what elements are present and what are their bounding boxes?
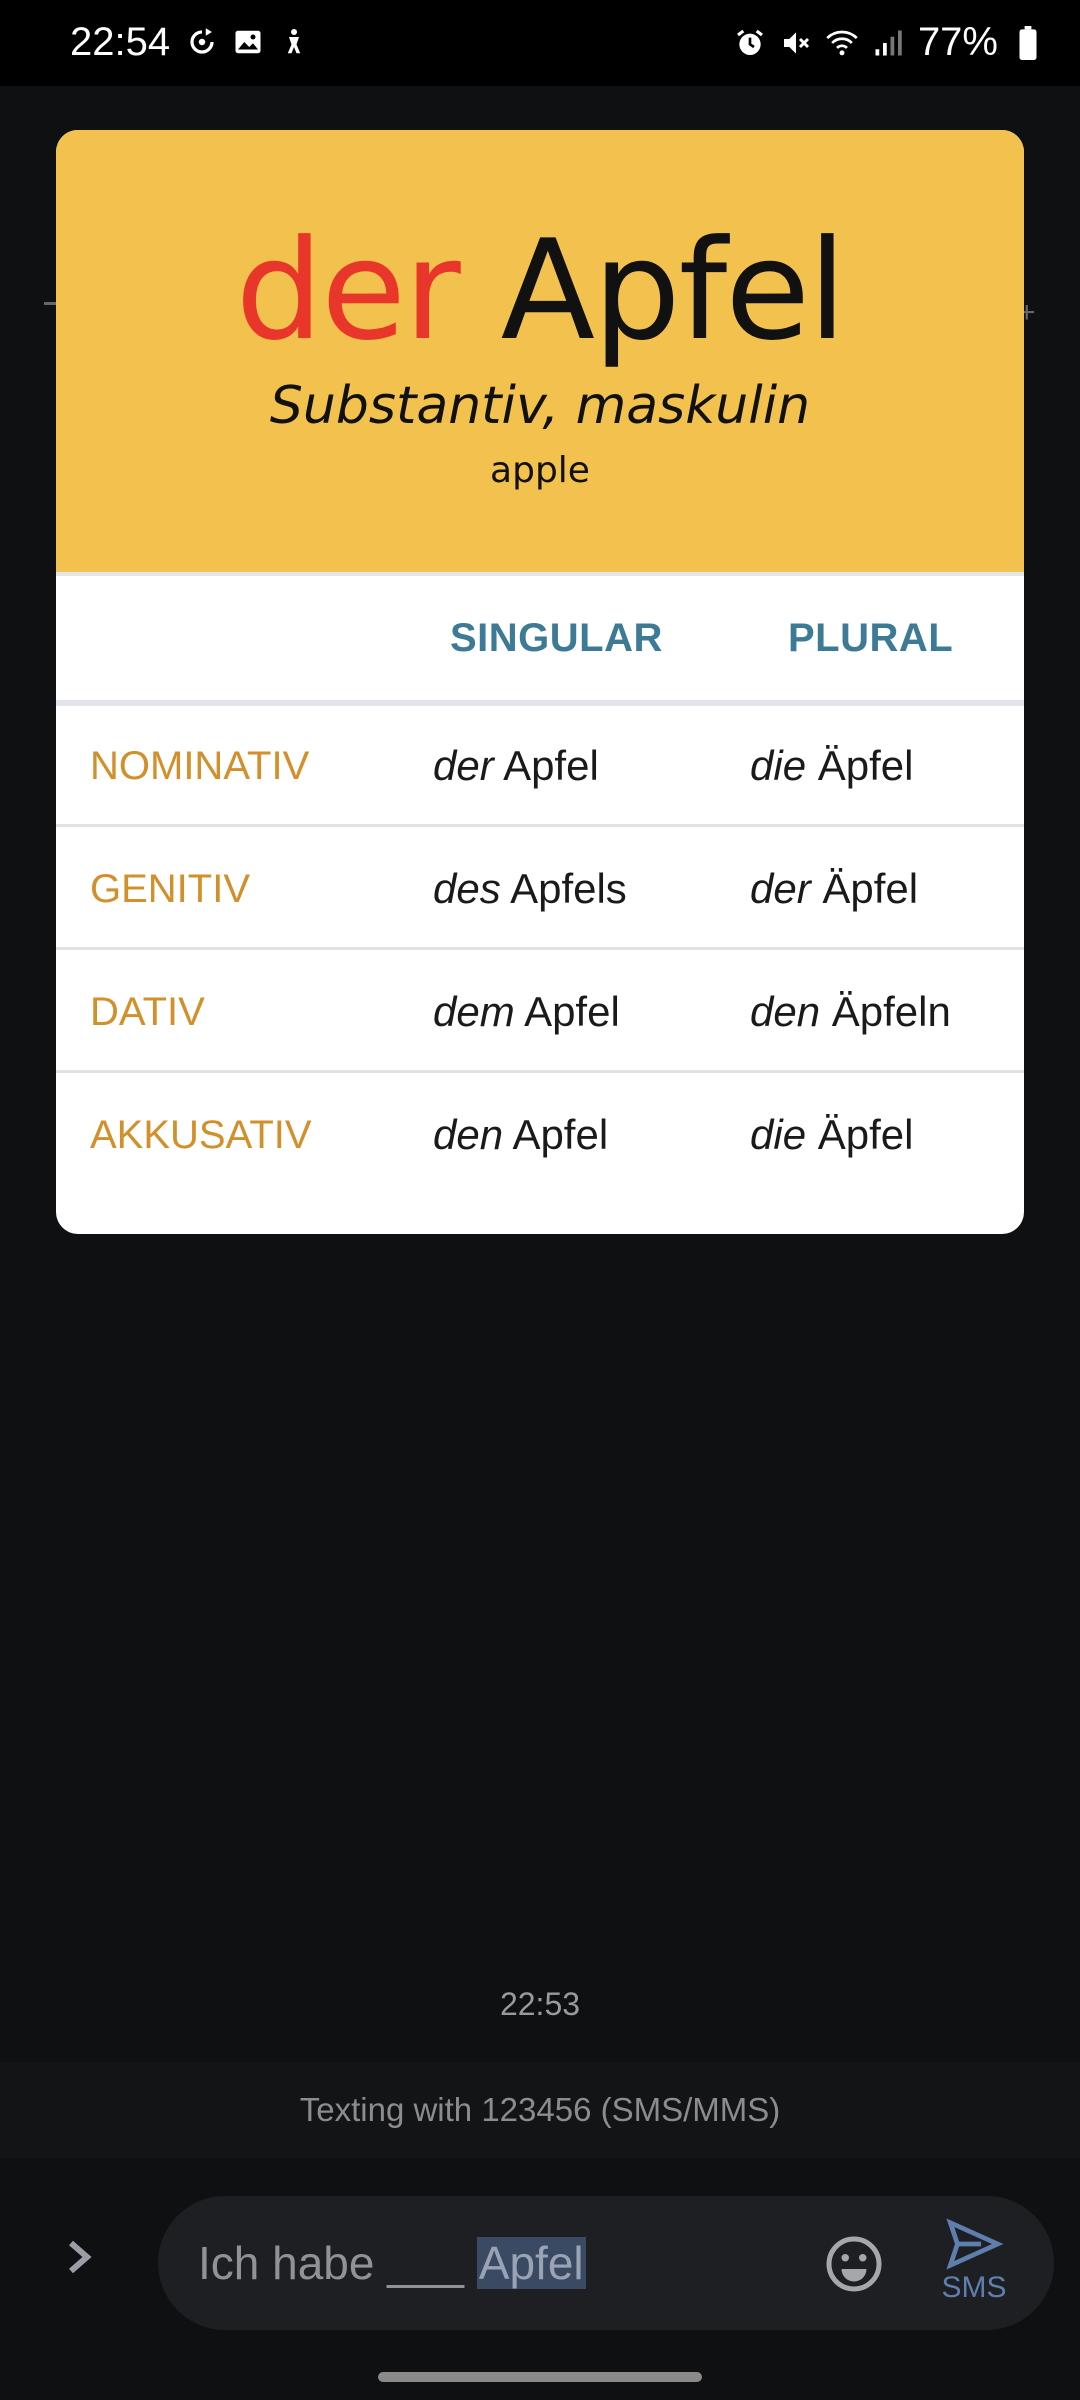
case-label: DATIV	[90, 990, 205, 1034]
battery-percent: 77%	[917, 20, 998, 64]
singular-article: des	[433, 865, 501, 912]
table-row: AKKUSATIV den Apfel die Äpfel	[56, 1071, 1024, 1193]
signal-icon	[872, 27, 904, 59]
singular-article: den	[433, 1111, 504, 1158]
table-row: NOMINATIV der Apfel die Äpfel	[56, 702, 1024, 827]
plural-noun: Äpfeln	[831, 988, 951, 1035]
headword-noun: Apfel	[500, 210, 847, 371]
singular-article: dem	[433, 988, 515, 1035]
plural-noun: Äpfel	[817, 742, 914, 789]
plural-form: die Äpfel	[750, 742, 913, 790]
headword-article: der	[235, 210, 461, 371]
table-row: GENITIV des Apfels der Äpfel	[56, 825, 1024, 950]
singular-form: dem Apfel	[433, 988, 620, 1036]
send-label: SMS	[941, 2271, 1007, 2304]
sync-icon	[186, 26, 218, 58]
plural-article: den	[750, 988, 821, 1035]
singular-noun: Apfel	[512, 1111, 609, 1158]
accessibility-icon	[278, 26, 310, 58]
send-button[interactable]: SMS	[934, 2218, 1014, 2308]
plural-article: die	[750, 742, 807, 789]
singular-form: der Apfel	[433, 742, 599, 790]
selected-text: Apfel	[476, 2237, 586, 2289]
plural-article: die	[750, 1111, 807, 1158]
noun-declension-card[interactable]: der Apfel Substantiv, maskulin apple SIN…	[56, 130, 1024, 1234]
singular-noun: Apfel	[524, 988, 620, 1035]
case-label: GENITIV	[90, 867, 251, 911]
emoji-icon	[826, 2236, 882, 2292]
plural-article: der	[750, 865, 811, 912]
plural-form: die Äpfel	[750, 1111, 913, 1159]
plural-noun: Äpfel	[817, 1111, 914, 1158]
emoji-button[interactable]	[824, 2234, 884, 2294]
plural-noun: Äpfel	[822, 865, 919, 912]
case-label: AKKUSATIV	[90, 1113, 312, 1157]
status-bar: 22:54 77%	[0, 0, 1080, 86]
texting-with-banner: Texting with 123456 (SMS/MMS)	[0, 2062, 1080, 2158]
declension-table-header: SINGULAR PLURAL	[56, 572, 1024, 706]
home-indicator[interactable]	[378, 2372, 702, 2382]
mute-icon	[780, 27, 812, 59]
wifi-icon	[826, 27, 858, 59]
headword: der Apfel	[56, 210, 1024, 371]
plural-form: der Äpfel	[750, 865, 918, 913]
send-icon	[946, 2218, 1004, 2270]
part-of-speech: Substantiv, maskulin	[269, 376, 811, 436]
message-text: Ich habe ___	[198, 2237, 477, 2289]
translation: apple	[490, 450, 590, 491]
singular-noun: Apfels	[510, 865, 627, 912]
column-header-plural: PLURAL	[788, 616, 954, 660]
alarm-icon	[734, 27, 766, 59]
status-time: 22:54	[70, 20, 171, 64]
card-header: der Apfel Substantiv, maskulin apple	[56, 130, 1024, 572]
message-input[interactable]: Ich habe ___ Apfel SMS	[158, 2196, 1054, 2330]
singular-article: der	[433, 742, 494, 789]
chevron-right-icon	[69, 2240, 92, 2274]
singular-noun: Apfel	[503, 742, 599, 789]
plural-form: den Äpfeln	[750, 988, 951, 1036]
battery-icon	[1012, 25, 1044, 60]
singular-form: den Apfel	[433, 1111, 608, 1159]
message-timestamp: 22:53	[499, 1986, 581, 2022]
singular-form: des Apfels	[433, 865, 627, 913]
message-input-text[interactable]: Ich habe ___ Apfel	[198, 2236, 586, 2290]
case-label: NOMINATIV	[90, 744, 310, 788]
table-row: DATIV dem Apfel den Äpfeln	[56, 948, 1024, 1073]
image-icon	[232, 26, 264, 58]
column-header-singular: SINGULAR	[450, 616, 663, 660]
expand-button[interactable]	[54, 2232, 104, 2282]
